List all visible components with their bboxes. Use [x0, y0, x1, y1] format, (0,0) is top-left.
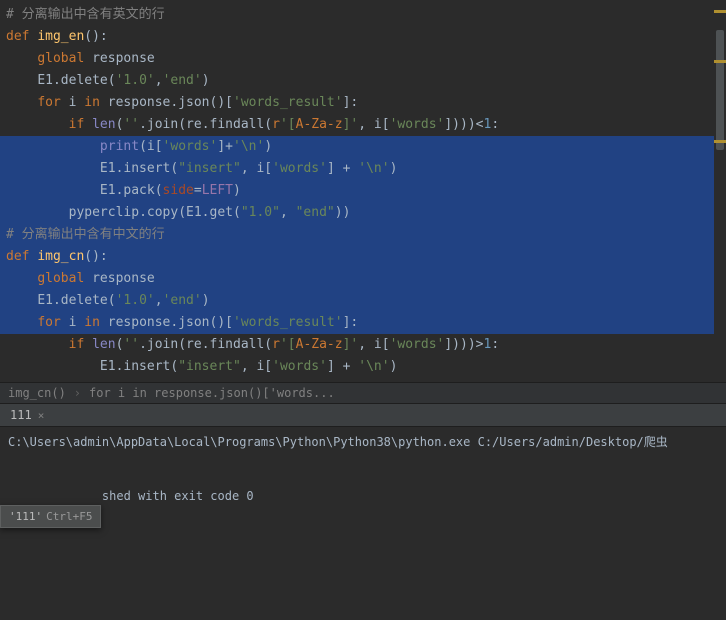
code-line[interactable]: E1.delete('1.0','end') [0, 290, 726, 312]
code-line[interactable]: if len(''.join(re.findall(r'[A-Za-z]', i… [0, 114, 726, 136]
code-line[interactable]: # 分离输出中含有中文的行 [0, 224, 726, 246]
code-line[interactable]: for i in response.json()['words_result']… [0, 92, 726, 114]
rerun-tooltip: '111' Ctrl+F5 [0, 505, 101, 528]
comment: # 分离输出中含有英文的行 [6, 7, 165, 22]
code-line[interactable]: E1.delete('1.0','end') [0, 70, 726, 92]
code-editor[interactable]: # 分离输出中含有英文的行 def img_en(): global respo… [0, 0, 726, 382]
breadcrumb-item[interactable]: for i in response.json()['words... [89, 386, 335, 400]
code-line[interactable]: global response [0, 268, 726, 290]
console-output[interactable]: C:\Users\admin\AppData\Local\Programs\Py… [0, 427, 726, 511]
warning-marker[interactable] [714, 60, 726, 63]
code-line[interactable]: print(i['words']+'\n') [0, 136, 726, 158]
code-line[interactable]: def img_cn(): [0, 246, 726, 268]
tooltip-label: '111' [9, 510, 42, 523]
code-line[interactable]: E1.insert("insert", i['words'] + '\n') [0, 158, 726, 180]
scrollbar-thumb[interactable] [716, 30, 724, 150]
close-icon[interactable]: × [38, 409, 45, 422]
console-line: shed with exit code 0 [8, 487, 718, 505]
code-line[interactable]: global response [0, 48, 726, 70]
code-line[interactable]: if len(''.join(re.findall(r'[A-Za-z]', i… [0, 334, 726, 356]
code-line[interactable]: def img_en(): [0, 26, 726, 48]
warning-marker[interactable] [714, 140, 726, 143]
chevron-right-icon: › [74, 386, 81, 400]
breadcrumb[interactable]: img_cn() › for i in response.json()['wor… [0, 382, 726, 404]
warning-marker[interactable] [714, 10, 726, 13]
tooltip-shortcut: Ctrl+F5 [46, 510, 92, 523]
console-tab-label: 111 [10, 408, 32, 422]
code-line[interactable]: for i in response.json()['words_result']… [0, 312, 726, 334]
breadcrumb-item[interactable]: img_cn() [8, 386, 66, 400]
console-line: C:\Users\admin\AppData\Local\Programs\Py… [8, 433, 718, 451]
code-line[interactable]: pyperclip.copy(E1.get("1.0", "end")) [0, 202, 726, 224]
code-line[interactable]: E1.pack(side=LEFT) [0, 180, 726, 202]
code-line[interactable]: # 分离输出中含有英文的行 [0, 4, 726, 26]
code-line[interactable]: E1.insert("insert", i['words'] + '\n') [0, 356, 726, 378]
console-tab[interactable]: 111 × [0, 404, 726, 427]
scrollbar-track[interactable] [714, 0, 726, 380]
